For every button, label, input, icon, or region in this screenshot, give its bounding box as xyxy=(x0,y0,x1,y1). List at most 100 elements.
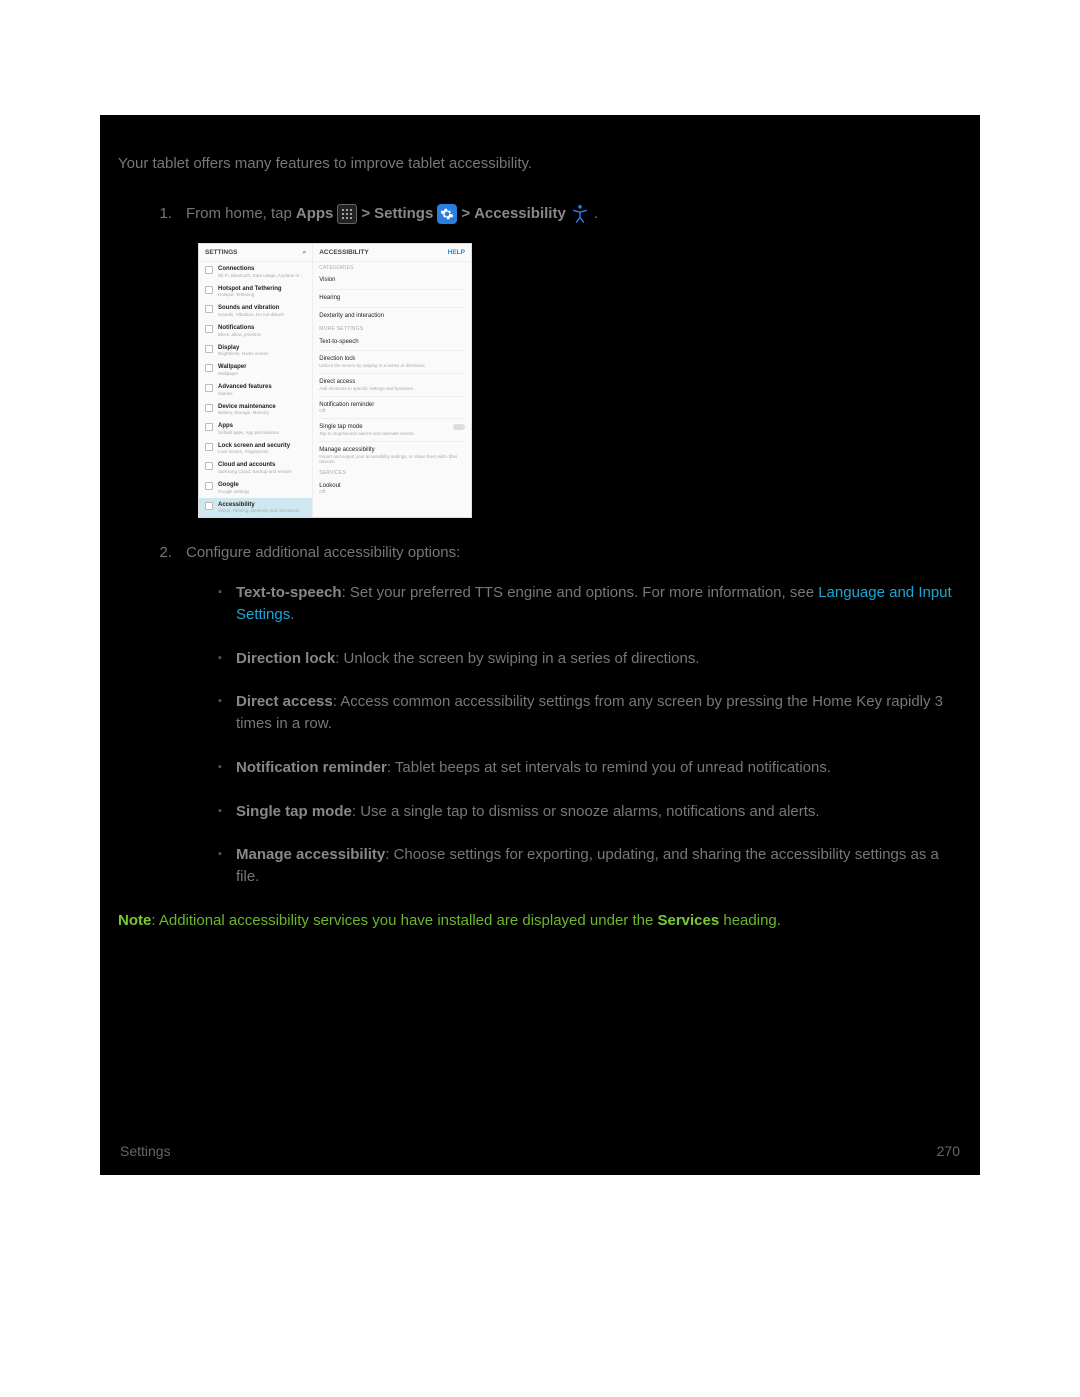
ss-category-item: Vision xyxy=(313,273,471,288)
ss-settings-item: Sounds and vibrationSounds, Vibration, D… xyxy=(199,301,312,321)
ss-help-link: HELP xyxy=(448,248,465,257)
ss-item-sub: Battery, Storage, Memory xyxy=(218,411,276,416)
option-name: Text-to-speech xyxy=(236,584,342,601)
ss-item-icon xyxy=(205,404,213,412)
ss-settings-item: AccessibilityVision, Hearing, Dexterity … xyxy=(199,498,312,518)
ss-section-more: MORE SETTINGS xyxy=(313,323,471,334)
ss-settings-panel: SETTINGS ⌕ ConnectionsWi-Fi, Bluetooth, … xyxy=(199,244,313,518)
tablet-screenshot: SETTINGS ⌕ ConnectionsWi-Fi, Bluetooth, … xyxy=(198,243,472,519)
option-name: Single tap mode xyxy=(236,803,352,820)
ss-item-icon xyxy=(205,423,213,431)
option-item: ▪Manage accessibility: Choose settings f… xyxy=(218,844,962,888)
step-text: Configure additional accessibility optio… xyxy=(186,542,460,564)
ss-category-item: Hearing xyxy=(313,291,471,306)
accessibility-label: Accessibility xyxy=(474,203,566,225)
page-footer: Settings 270 xyxy=(120,1141,960,1161)
step-2: 2. Configure additional accessibility op… xyxy=(138,542,962,564)
ss-item-icon xyxy=(205,482,213,490)
toggle-icon xyxy=(453,424,465,430)
option-item: ▪Notification reminder: Tablet beeps at … xyxy=(218,757,962,779)
ss-item-icon xyxy=(205,462,213,470)
ss-more-item: Single tap modeTap to stop/snooze alarms… xyxy=(313,420,471,440)
step-number: 1. xyxy=(138,203,172,225)
ss-item-icon xyxy=(205,286,213,294)
ss-item-sub: Block, allow, prioritize xyxy=(218,333,261,338)
sep: > xyxy=(361,203,370,225)
ss-item-icon xyxy=(205,384,213,392)
bullet-icon: ▪ xyxy=(218,582,236,626)
ss-service-item: LookoutOff xyxy=(313,479,471,499)
ss-settings-item: Hotspot and TetheringHotspot, Tethering xyxy=(199,282,312,302)
ss-item-icon xyxy=(205,266,213,274)
bullet-icon: ▪ xyxy=(218,757,236,779)
intro-text: Your tablet offers many features to impr… xyxy=(118,153,962,175)
ss-item-sub: Samsung Cloud, Backup and restore xyxy=(218,470,292,475)
ss-more-item: Direct accessAdd shortcuts to specific s… xyxy=(313,375,471,395)
settings-gear-icon xyxy=(437,204,457,224)
ss-more-item: Direction lockUnlock the screen by swipi… xyxy=(313,352,471,372)
option-item: ▪Text-to-speech: Set your preferred TTS … xyxy=(218,582,962,626)
ss-settings-item: ConnectionsWi-Fi, Bluetooth, Data usage,… xyxy=(199,262,312,282)
ss-settings-item: Device maintenanceBattery, Storage, Memo… xyxy=(199,400,312,420)
step-text: From home, tap xyxy=(186,203,292,225)
option-item: ▪Single tap mode: Use a single tap to di… xyxy=(218,801,962,823)
accessibility-person-icon xyxy=(570,203,590,225)
ss-item-sub: Vision, Hearing, Dexterity and interacti… xyxy=(218,509,299,514)
bullet-icon: ▪ xyxy=(218,844,236,888)
ss-more-item: Text-to-speech xyxy=(313,335,471,350)
option-name: Direct access xyxy=(236,693,333,710)
step-end: . xyxy=(594,203,598,225)
ss-settings-item: DisplayBrightness, Home screen xyxy=(199,341,312,361)
step-1: 1. From home, tap Apps > Settings > Acce… xyxy=(138,203,962,225)
ss-settings-item: Advanced featuresGames xyxy=(199,380,312,400)
option-item: ▪Direction lock: Unlock the screen by sw… xyxy=(218,648,962,670)
ss-item-sub: Default apps, App permissions xyxy=(218,431,279,436)
ss-item-sub: Brightness, Home screen xyxy=(218,352,269,357)
ss-settings-item: Cloud and accountsSamsung Cloud, Backup … xyxy=(199,458,312,478)
option-name: Manage accessibility xyxy=(236,846,385,863)
note-text: Note: Additional accessibility services … xyxy=(118,910,962,932)
document-page: Your tablet offers many features to impr… xyxy=(100,115,980,1175)
services-word: Services xyxy=(657,912,719,929)
ss-settings-item: WallpaperWallpaper xyxy=(199,360,312,380)
settings-label: Settings xyxy=(374,203,433,225)
ss-settings-item: NotificationsBlock, allow, prioritize xyxy=(199,321,312,341)
ss-section-services: SERVICES xyxy=(313,467,471,478)
ss-more-item: Notification reminderOff xyxy=(313,398,471,418)
ss-accessibility-panel: ACCESSIBILITY HELP CATEGORIES Vision Hear… xyxy=(313,244,471,518)
bullet-icon: ▪ xyxy=(218,691,236,735)
ss-item-sub: Google settings xyxy=(218,490,249,495)
ss-item-icon xyxy=(205,325,213,333)
ss-item-sub: Lock screen, Fingerprints xyxy=(218,450,290,455)
apps-icon xyxy=(337,204,357,224)
bullet-icon: ▪ xyxy=(218,801,236,823)
ss-settings-header: SETTINGS xyxy=(205,248,238,257)
option-item: ▪Direct access: Access common accessibil… xyxy=(218,691,962,735)
note-label: Note xyxy=(118,912,151,929)
sep: > xyxy=(461,203,470,225)
ss-accessibility-header: ACCESSIBILITY xyxy=(319,248,368,257)
ss-item-sub: Wallpaper xyxy=(218,372,246,377)
footer-page-number: 270 xyxy=(937,1141,960,1161)
ss-section-categories: CATEGORIES xyxy=(313,262,471,273)
footer-section: Settings xyxy=(120,1141,171,1161)
ss-settings-item: GoogleGoogle settings xyxy=(199,478,312,498)
ss-item-sub: Hotspot, Tethering xyxy=(218,293,282,298)
ss-category-item: Dexterity and interaction xyxy=(313,309,471,324)
ss-item-icon xyxy=(205,364,213,372)
ss-more-item: Manage accessibilityImport and export yo… xyxy=(313,443,471,468)
apps-label: Apps xyxy=(296,203,334,225)
ss-item-icon xyxy=(205,305,213,313)
option-name: Direction lock xyxy=(236,650,335,667)
ss-settings-item: Lock screen and securityLock screen, Fin… xyxy=(199,439,312,459)
ss-settings-item: AppsDefault apps, App permissions xyxy=(199,419,312,439)
options-list: ▪Text-to-speech: Set your preferred TTS … xyxy=(218,582,962,888)
ss-item-sub: Games xyxy=(218,392,272,397)
search-icon: ⌕ xyxy=(303,248,307,257)
option-name: Notification reminder xyxy=(236,759,387,776)
ss-item-icon xyxy=(205,443,213,451)
step-number: 2. xyxy=(138,542,172,564)
ss-item-sub: Wi-Fi, Bluetooth, Data usage, Airplane m… xyxy=(218,274,303,279)
ss-item-sub: Sounds, Vibration, Do not disturb xyxy=(218,313,284,318)
ss-item-icon xyxy=(205,502,213,510)
